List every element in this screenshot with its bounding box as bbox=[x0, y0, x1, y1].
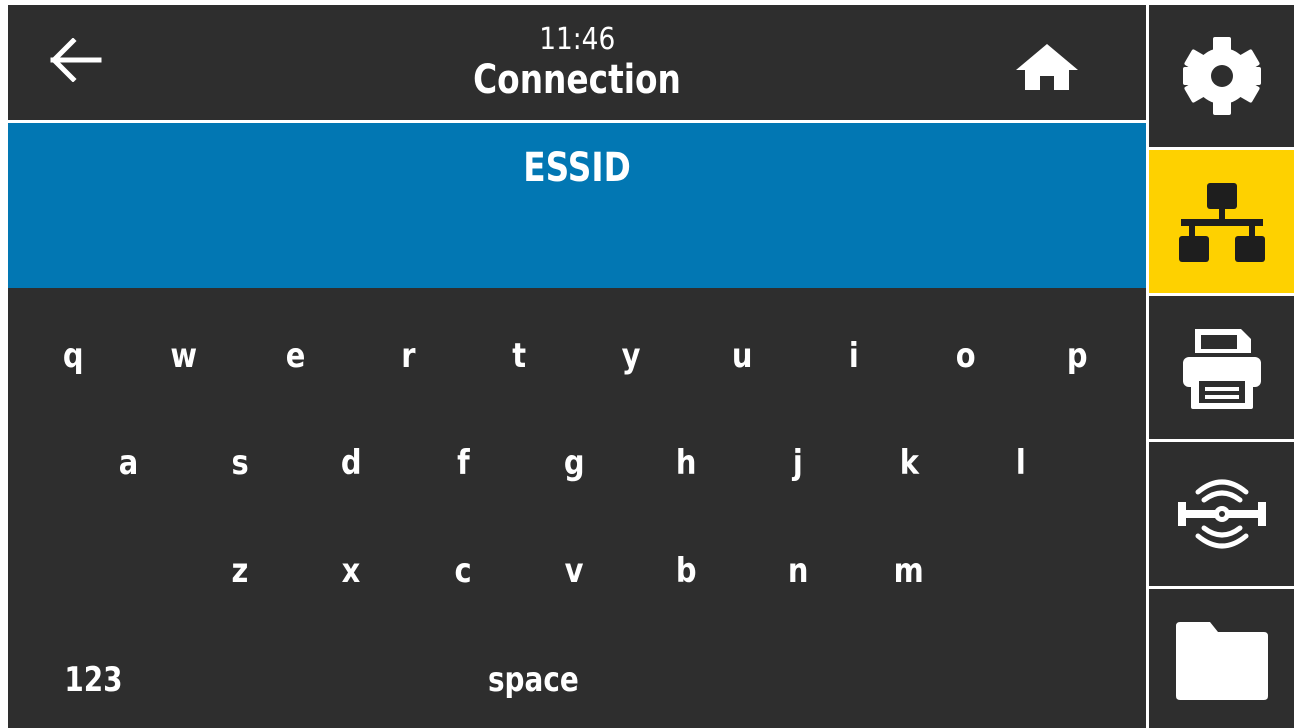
essid-input-area[interactable]: ESSID bbox=[8, 123, 1146, 288]
key-e[interactable]: e bbox=[251, 316, 341, 396]
key-k[interactable]: k bbox=[864, 423, 954, 503]
sidebar bbox=[1149, 5, 1294, 728]
key-p[interactable]: p bbox=[1032, 316, 1122, 396]
key-d[interactable]: d bbox=[306, 423, 396, 503]
numbers-key[interactable]: 123 bbox=[38, 640, 148, 720]
clock-time: 11:46 bbox=[538, 22, 616, 57]
key-l[interactable]: l bbox=[976, 423, 1066, 503]
rfid-icon bbox=[1177, 479, 1266, 549]
key-i[interactable]: i bbox=[809, 316, 899, 396]
frame-left-border bbox=[0, 0, 8, 728]
on-screen-keyboard: q w e r t y u i o p a s d f g h j k l z … bbox=[8, 288, 1146, 728]
key-z[interactable]: z bbox=[195, 531, 285, 611]
key-g[interactable]: g bbox=[529, 423, 619, 503]
key-c[interactable]: c bbox=[418, 531, 508, 611]
key-j[interactable]: j bbox=[753, 423, 843, 503]
frame-right-border bbox=[1294, 0, 1300, 728]
network-icon bbox=[1178, 182, 1265, 262]
sidebar-item-rfid[interactable] bbox=[1149, 442, 1294, 586]
space-key[interactable]: space bbox=[428, 640, 638, 720]
essid-label: ESSID bbox=[523, 145, 631, 191]
essid-input-value[interactable] bbox=[8, 213, 1146, 263]
folder-icon bbox=[1175, 621, 1268, 700]
key-v[interactable]: v bbox=[529, 531, 619, 611]
key-q[interactable]: q bbox=[28, 316, 118, 396]
key-a[interactable]: a bbox=[83, 423, 173, 503]
key-t[interactable]: t bbox=[474, 316, 564, 396]
header-bar: 11:46 Connection bbox=[8, 5, 1146, 120]
key-r[interactable]: r bbox=[363, 316, 453, 396]
key-y[interactable]: y bbox=[586, 316, 676, 396]
key-m[interactable]: m bbox=[864, 531, 954, 611]
key-h[interactable]: h bbox=[641, 423, 731, 503]
key-s[interactable]: s bbox=[195, 423, 285, 503]
printer-screen: 11:46 Connection ESSID q w e r t y u i o… bbox=[0, 0, 1300, 728]
key-o[interactable]: o bbox=[921, 316, 1011, 396]
header-center: 11:46 Connection bbox=[8, 22, 1146, 104]
key-f[interactable]: f bbox=[418, 423, 508, 503]
printer-icon bbox=[1182, 328, 1261, 409]
sidebar-item-storage[interactable] bbox=[1149, 589, 1294, 728]
key-u[interactable]: u bbox=[697, 316, 787, 396]
home-button[interactable] bbox=[1012, 41, 1082, 93]
sidebar-item-connection[interactable] bbox=[1149, 150, 1294, 293]
key-w[interactable]: w bbox=[139, 316, 229, 396]
page-title: Connection bbox=[473, 57, 681, 103]
key-b[interactable]: b bbox=[641, 531, 731, 611]
key-n[interactable]: n bbox=[753, 531, 843, 611]
sidebar-item-print[interactable] bbox=[1149, 296, 1294, 439]
gear-icon bbox=[1182, 37, 1261, 115]
key-x[interactable]: x bbox=[306, 531, 396, 611]
sidebar-item-settings[interactable] bbox=[1149, 5, 1294, 147]
home-icon bbox=[1016, 44, 1078, 90]
